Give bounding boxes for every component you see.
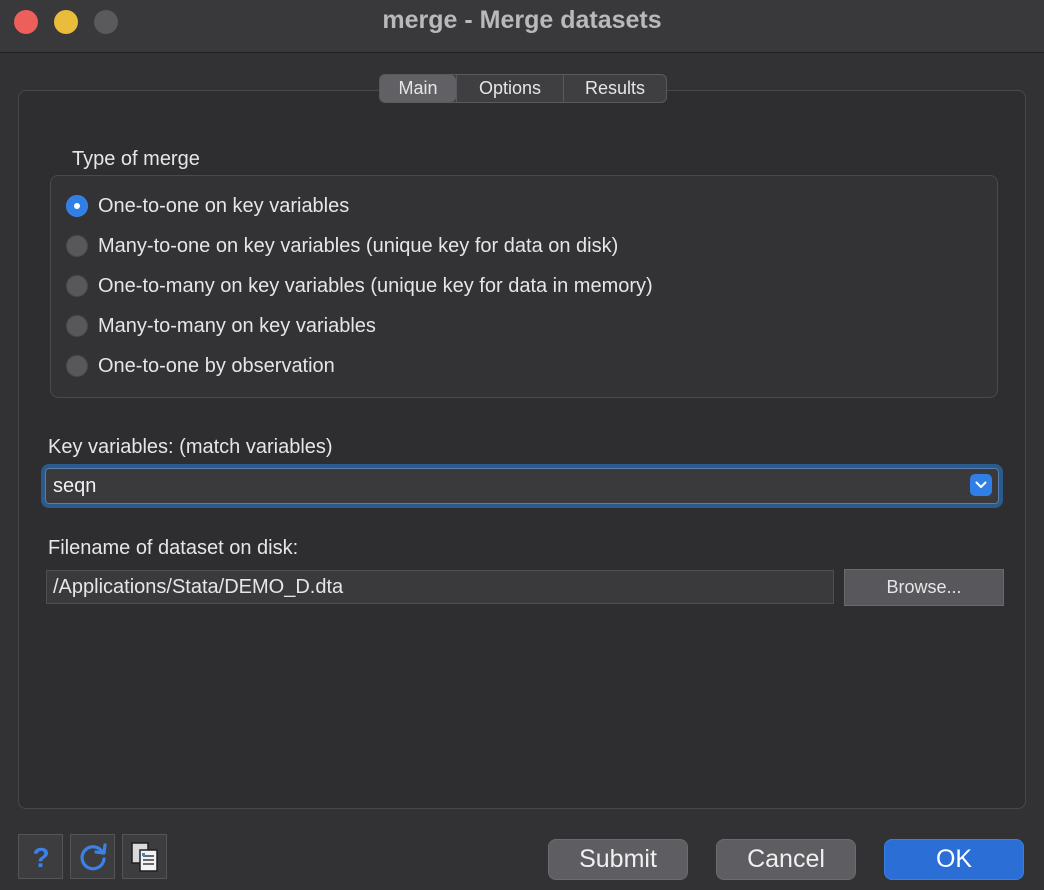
radio-button-selected[interactable] [66,195,88,217]
copy-command-icon [130,841,158,872]
radio-one-to-many-key[interactable]: One-to-many on key variables (unique key… [66,273,653,299]
tab-options[interactable]: Options [456,75,563,102]
key-variables-combobox[interactable] [41,464,1003,508]
radio-button[interactable] [66,235,88,257]
radio-many-to-one-key[interactable]: Many-to-one on key variables (unique key… [66,233,618,259]
ok-button[interactable]: OK [884,839,1024,880]
radio-many-to-many-key[interactable]: Many-to-many on key variables [66,313,376,339]
svg-text:?: ? [32,842,49,872]
tab-results[interactable]: Results [563,75,666,102]
key-variables-input[interactable] [53,475,953,498]
radio-label: One-to-many on key variables (unique key… [98,274,653,297]
help-button[interactable]: ? [18,834,63,879]
key-variables-label: Key variables: (match variables) [48,436,333,458]
merge-type-heading: Type of merge [72,148,200,170]
radio-button[interactable] [66,315,88,337]
submit-button[interactable]: Submit [548,839,688,880]
radio-button[interactable] [66,355,88,377]
browse-button[interactable]: Browse... [844,569,1004,606]
filename-label: Filename of dataset on disk: [48,537,299,559]
reset-icon [79,842,107,870]
window-title: merge - Merge datasets [382,6,662,34]
tab-bar: Main Options Results [379,74,667,103]
radio-label: Many-to-one on key variables (unique key… [98,234,619,257]
title-bar: merge - Merge datasets [0,0,1044,53]
reset-button[interactable] [70,834,115,879]
copy-command-button[interactable] [122,834,167,879]
radio-button[interactable] [66,275,88,297]
cancel-button[interactable]: Cancel [716,839,856,880]
radio-label: Many-to-many on key variables [98,314,376,337]
radio-label: One-to-one by observation [98,354,335,377]
radio-one-to-one-observation[interactable]: One-to-one by observation [66,353,335,379]
radio-one-to-one-key[interactable]: One-to-one on key variables [66,193,349,219]
merge-dialog-window: merge - Merge datasets Main Options Resu… [0,0,1044,890]
radio-label: One-to-one on key variables [98,194,350,217]
filename-field[interactable]: /Applications/Stata/DEMO_D.dta [46,570,834,604]
tab-main[interactable]: Main [380,75,456,102]
help-icon: ? [32,842,49,872]
chevron-down-icon[interactable] [970,474,992,496]
